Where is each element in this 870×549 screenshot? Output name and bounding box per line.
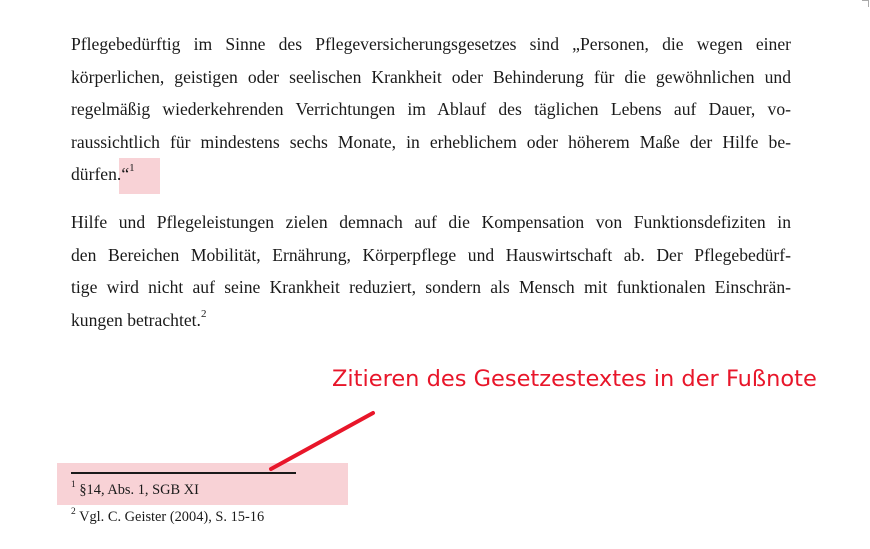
annotation-arrow-icon [269,411,375,471]
